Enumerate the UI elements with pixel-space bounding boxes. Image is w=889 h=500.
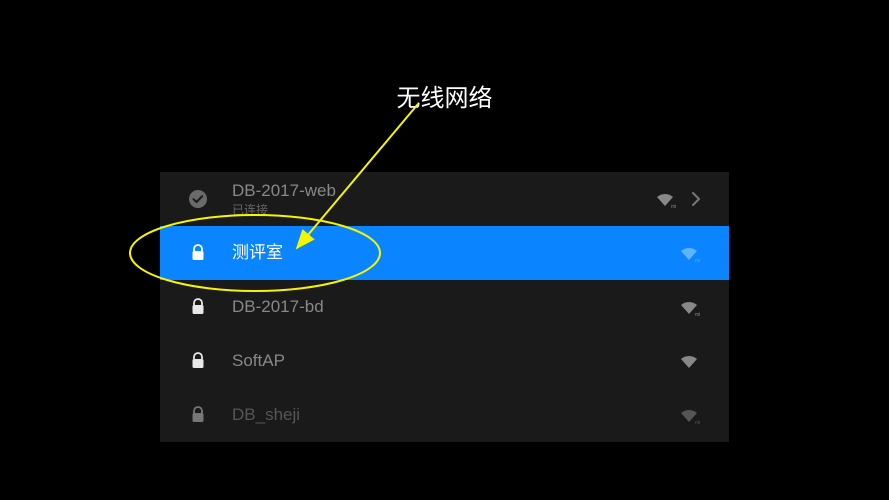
lock-icon: [188, 405, 208, 425]
wifi-ssid: SoftAP: [232, 351, 665, 371]
wifi-ssid: DB-2017-web: [232, 181, 641, 201]
svg-text:mi: mi: [695, 312, 700, 317]
svg-text:mi: mi: [695, 420, 700, 425]
wifi-status: 已连接: [232, 203, 641, 217]
lock-icon: [188, 243, 208, 263]
wifi-signal-icon: [677, 351, 701, 371]
wifi-signal-icon: mi: [677, 243, 701, 263]
chevron-right-icon: [691, 192, 701, 206]
svg-text:mi: mi: [671, 204, 676, 209]
wifi-signal-icon: mi: [677, 297, 701, 317]
lock-icon: [188, 297, 208, 317]
wifi-item[interactable]: DB_sheji mi: [160, 388, 729, 442]
wifi-list: DB-2017-web 已连接 mi 测评室 mi DB-2017-bd mi: [160, 172, 729, 442]
wifi-signal-icon: mi: [677, 405, 701, 425]
check-icon: [188, 189, 208, 209]
wifi-signal-icon: mi: [653, 189, 677, 209]
wifi-item[interactable]: DB-2017-bd mi: [160, 280, 729, 334]
svg-text:mi: mi: [695, 258, 700, 263]
wifi-ssid: DB_sheji: [232, 405, 665, 425]
wifi-ssid: DB-2017-bd: [232, 297, 665, 317]
wifi-item-connected[interactable]: DB-2017-web 已连接 mi: [160, 172, 729, 226]
wifi-item[interactable]: SoftAP: [160, 334, 729, 388]
lock-icon: [188, 351, 208, 371]
wifi-ssid: 测评室: [232, 243, 665, 263]
wifi-item-selected[interactable]: 测评室 mi: [160, 226, 729, 280]
page-title: 无线网络: [0, 78, 889, 113]
